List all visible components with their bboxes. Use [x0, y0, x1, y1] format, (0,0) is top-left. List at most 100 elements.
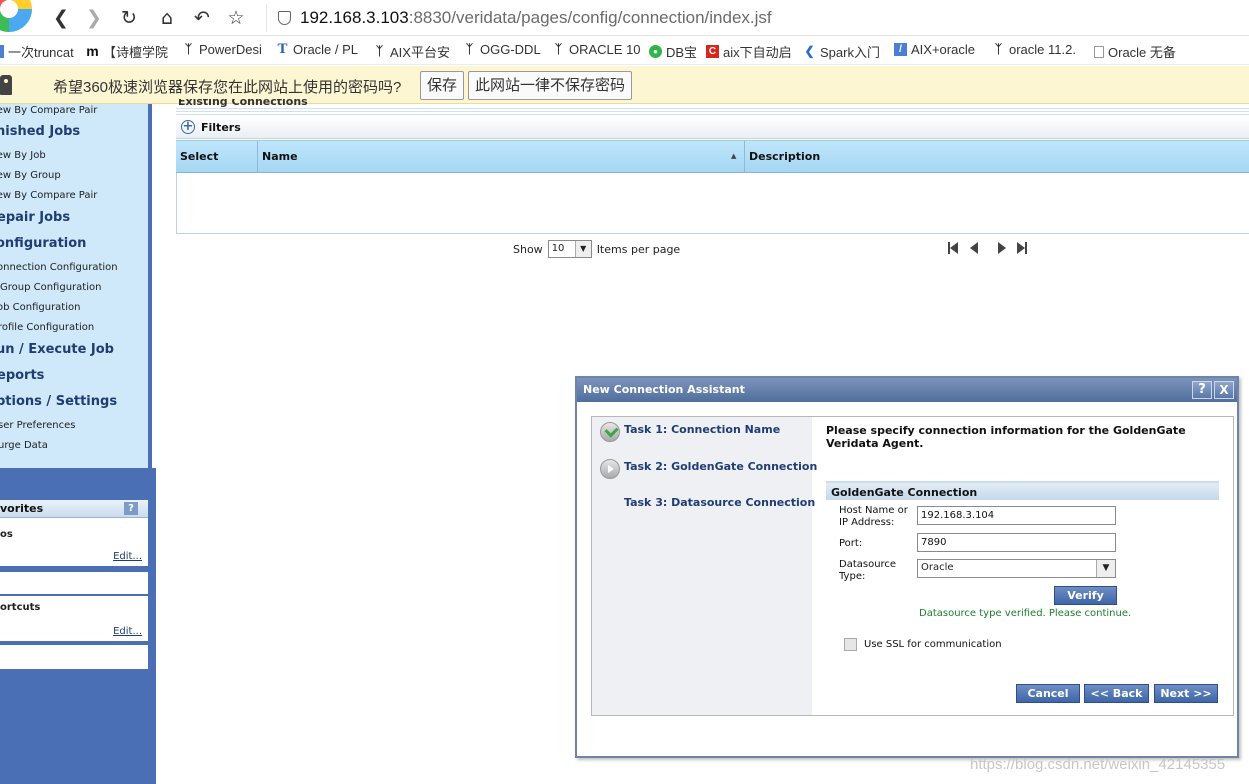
task-2-label: Task 2: GoldenGate Connection [624, 460, 818, 473]
dialog-help-icon[interactable]: ? [1192, 381, 1212, 399]
task-steps-panel: Task 1: Connection Name Task 2: GoldenGa… [592, 417, 817, 715]
nav-run-execute-job[interactable]: un / Execute Job [0, 342, 114, 357]
nav-group-configuration[interactable]: Group Configuration [0, 282, 101, 293]
last-page-icon[interactable] [1016, 240, 1028, 256]
swirl-icon: ᛉ [375, 44, 384, 58]
page-icon [0, 45, 4, 58]
first-page-icon[interactable] [947, 240, 959, 256]
shortcuts-panel: ortcuts Edit... [0, 596, 148, 641]
datasource-type-value: Oracle [921, 562, 954, 573]
shortcuts-edit-link[interactable]: Edit... [113, 626, 142, 637]
new-connection-dialog: New Connection Assistant ? X Task 1: Con… [575, 376, 1239, 758]
nav-user-preferences[interactable]: ser Preferences [0, 420, 75, 431]
datasource-type-label: Datasource Type: [839, 559, 897, 582]
undo-icon[interactable]: ↶ [189, 6, 215, 30]
port-label: Port: [839, 538, 863, 549]
never-save-password-button[interactable]: 此网站一律不保存密码 [468, 71, 633, 100]
nav-view-by-compare-pair-2[interactable]: iew By Compare Pair [0, 190, 97, 201]
dialog-instructions: Please specify connection information fo… [826, 424, 1186, 450]
bookmark-item[interactable]: m 【诗檀学院 [86, 42, 168, 61]
shortcuts-label: ortcuts [0, 602, 41, 613]
filters-label: Filters [201, 120, 241, 134]
wechat-icon: ● [649, 45, 662, 58]
refresh-icon[interactable]: ↻ [116, 6, 142, 30]
pager: Show 10 ▼ Items per page [513, 240, 680, 258]
play-icon [600, 459, 620, 479]
bookmark-item[interactable]: ᛉ oracle 11.2. [992, 42, 1076, 57]
help-icon[interactable]: ? [124, 502, 138, 515]
cancel-button[interactable]: Cancel [1016, 684, 1080, 703]
ssl-checkbox[interactable] [844, 638, 857, 651]
column-select[interactable]: Select [176, 141, 258, 172]
favorites-tips-label: os [0, 529, 13, 540]
bookmark-item[interactable]: ᛉ PowerDesi [182, 42, 262, 57]
nav-finished-jobs[interactable]: nished Jobs [0, 124, 80, 139]
code-icon: ❮ [804, 44, 815, 58]
star-icon[interactable]: ☆ [223, 6, 249, 30]
bookmark-item[interactable]: Oracle 无备 [1094, 42, 1176, 61]
sort-ascending-icon[interactable]: ▲ [731, 141, 736, 172]
bookmark-item[interactable]: ᛉ OGG-DDL [463, 42, 541, 57]
next-button[interactable]: Next >> [1154, 684, 1218, 703]
nav-options-settings[interactable]: ptions / Settings [0, 394, 117, 409]
bookmark-item[interactable]: 一次truncat [0, 42, 74, 61]
bookmark-item[interactable]: ❮ Spark入门 [803, 42, 880, 61]
port-input[interactable] [917, 533, 1116, 552]
bookmark-item[interactable]: Caix下自动启 [706, 42, 792, 61]
nav-purge-data[interactable]: urge Data [0, 440, 48, 451]
host-input[interactable] [917, 506, 1116, 525]
dialog-close-icon[interactable]: X [1214, 381, 1234, 399]
nav-view-by-job[interactable]: iew By Job [0, 150, 46, 161]
next-page-icon[interactable] [996, 240, 1008, 256]
address-bar[interactable]: 192.168.3.103:8830/veridata/pages/config… [266, 4, 1249, 32]
nav-reports[interactable]: eports [0, 368, 44, 383]
browser-toolbar: ❮ ❯ ↻ ⌂ ↶ ☆ 192.168.3.103:8830/veridata/… [0, 0, 1249, 36]
url-text[interactable]: 192.168.3.103:8830/veridata/pages/config… [300, 8, 772, 28]
nav-connection-configuration[interactable]: onnection Configuration [0, 262, 118, 273]
dialog-body: Task 1: Connection Name Task 2: GoldenGa… [591, 416, 1234, 716]
slash-logo-icon: / [894, 43, 907, 56]
task-3-label: Task 3: Datasource Connection [624, 496, 816, 509]
swirl-icon: ᛉ [994, 42, 1003, 56]
bookmark-item[interactable]: / AIX+oracle [894, 42, 975, 57]
home-icon[interactable]: ⌂ [154, 6, 180, 30]
bookmark-item[interactable]: ● DB宝 [649, 42, 697, 61]
t-logo-icon: T [277, 41, 288, 57]
items-per-page-select[interactable]: 10 ▼ [547, 240, 592, 258]
dialog-title: New Connection Assistant [577, 378, 1237, 402]
nav-profile-configuration[interactable]: rofile Configuration [0, 322, 94, 333]
back-icon[interactable]: ❮ [48, 6, 74, 30]
left-navigation: iew By Compare Pair nished Jobs iew By J… [0, 104, 152, 468]
nav-configuration[interactable]: onfiguration [0, 236, 86, 251]
bookmark-item[interactable]: ᛉ AIX平台安 [373, 42, 450, 61]
previous-page-icon[interactable] [968, 240, 980, 256]
key-icon [0, 75, 12, 95]
save-password-button[interactable]: 保存 [420, 71, 465, 100]
host-label: Host Name or IP Address: [839, 505, 908, 528]
nav-view-by-group[interactable]: iew By Group [0, 170, 61, 181]
password-save-message: 希望360极速浏览器保存您在此网站上使用的密码吗? [53, 79, 402, 96]
bookmark-item[interactable]: T Oracle / PL [276, 41, 358, 58]
nav-view-by-compare-pair[interactable]: iew By Compare Pair [0, 105, 97, 116]
datasource-type-select[interactable]: Oracle ▼ [917, 559, 1116, 578]
pager-show-label: Show [513, 242, 543, 256]
ssl-option: Use SSL for communication [844, 638, 1002, 651]
left-sidebar-lower: vorites ? os Edit... ortcuts Edit... [0, 468, 156, 784]
chevron-down-icon: ▼ [574, 241, 591, 257]
swirl-icon: ᛉ [554, 42, 563, 56]
nav-job-configuration[interactable]: ob Configuration [0, 302, 80, 313]
forward-icon[interactable]: ❯ [81, 6, 107, 30]
column-description[interactable]: Description [745, 141, 1249, 172]
verification-status: Datasource type verified. Please continu… [919, 608, 1132, 619]
filters-toggle[interactable]: + Filters [176, 116, 1249, 139]
bookmark-item[interactable]: ᛉ ORACLE 10 [552, 42, 641, 57]
swirl-icon: ᛉ [465, 42, 474, 56]
nav-repair-jobs[interactable]: epair Jobs [0, 210, 70, 225]
chevron-down-icon: ▼ [1096, 560, 1115, 577]
column-name[interactable]: Name [258, 141, 745, 172]
favorites-edit-link[interactable]: Edit... [113, 551, 142, 562]
bookmarks-bar: 一次truncat m 【诗檀学院 ᛉ PowerDesi T Oracle / PL… [0, 37, 1249, 65]
verify-button[interactable]: Verify [1054, 586, 1117, 605]
back-button[interactable]: << Back [1084, 684, 1149, 703]
browser-logo-icon[interactable] [0, 0, 32, 32]
